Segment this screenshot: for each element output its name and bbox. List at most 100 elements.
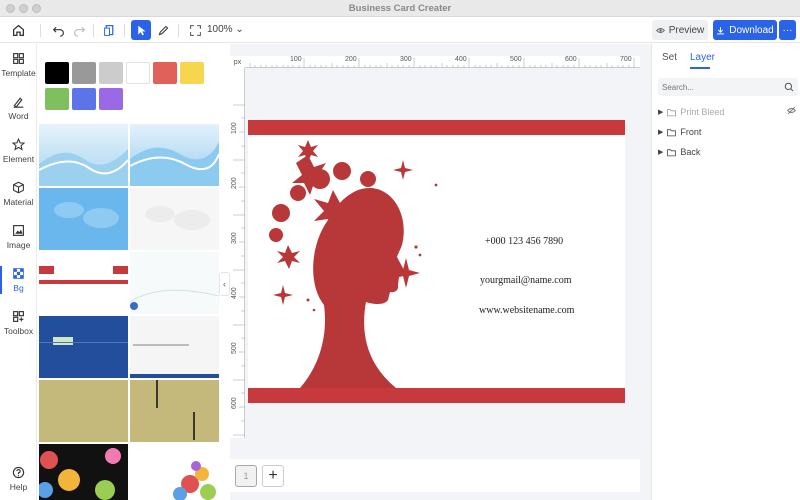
ruler-tick-label: 700	[620, 56, 632, 63]
color-swatch-blue[interactable]	[72, 88, 96, 110]
ruler-unit: px	[230, 56, 245, 68]
home-button[interactable]	[8, 20, 28, 40]
plus-icon: +	[268, 467, 278, 484]
color-swatch-green[interactable]	[45, 88, 69, 110]
preview-label: Preview	[668, 24, 705, 36]
zoom-select[interactable]: 100% ⌄	[207, 24, 244, 35]
page-strip: 1 +	[230, 459, 640, 492]
folder-icon	[667, 108, 677, 116]
maximize-window-button[interactable]	[32, 4, 41, 13]
color-swatch-purple[interactable]	[99, 88, 123, 110]
ruler-tick-label: 600	[231, 397, 238, 409]
bg-thumbnail[interactable]	[39, 188, 128, 250]
folder-icon	[667, 148, 677, 156]
copy-button[interactable]	[99, 20, 119, 40]
search-icon[interactable]	[784, 82, 794, 92]
color-swatch-gray[interactable]	[72, 62, 96, 84]
nav-label: Material	[3, 197, 34, 207]
page-thumbnail[interactable]: 1	[235, 465, 257, 487]
circles-pattern	[39, 448, 121, 500]
collapse-panel-button[interactable]: ‹	[219, 272, 230, 296]
window-title: Business Card Creater	[348, 2, 452, 14]
ruler-tick-label: 400	[455, 56, 467, 63]
nav-item-bg[interactable]: Bg	[0, 261, 37, 301]
layer-item-front[interactable]: ▶ Front	[658, 125, 701, 139]
minimize-window-button[interactable]	[19, 4, 28, 13]
bg-thumbnail[interactable]	[130, 444, 219, 500]
close-window-button[interactable]	[6, 4, 15, 13]
nav-item-template[interactable]: Template	[0, 46, 37, 86]
swirl-pattern	[130, 289, 219, 310]
tab-set[interactable]: Set	[662, 52, 677, 63]
redo-button[interactable]	[69, 20, 89, 40]
bg-thumbnail[interactable]	[130, 124, 219, 186]
color-swatch-white[interactable]	[126, 62, 150, 84]
canvas-area: px 100 200 300 400 500 600 700 100 200 3…	[230, 44, 651, 500]
tab-layer[interactable]: Layer	[690, 52, 715, 63]
bg-thumbnail[interactable]	[39, 124, 128, 186]
woman-silhouette-illustration[interactable]	[248, 135, 448, 397]
layer-item-back[interactable]: ▶ Back	[658, 145, 700, 159]
undo-button[interactable]	[48, 20, 68, 40]
bg-thumbnail[interactable]	[39, 444, 128, 500]
bg-thumbnail[interactable]	[130, 252, 219, 314]
wave-pattern	[39, 149, 128, 186]
business-card-canvas[interactable]: +000 123 456 7890 yourgmail@name.com www…	[248, 120, 625, 403]
folder-icon	[667, 128, 677, 136]
window-controls	[6, 4, 41, 13]
background-icon	[13, 268, 24, 279]
ruler-tick-label: 400	[231, 287, 238, 299]
color-swatch-red[interactable]	[153, 62, 177, 84]
select-tool-button[interactable]	[131, 20, 151, 40]
chevron-left-icon: ‹	[223, 279, 226, 289]
color-swatch-black[interactable]	[45, 62, 69, 84]
nav-item-toolbox[interactable]: Toolbox	[0, 304, 37, 344]
image-icon	[13, 225, 24, 236]
download-button[interactable]: Download	[713, 20, 777, 40]
caret-right-icon[interactable]: ▶	[658, 108, 663, 116]
star-icon	[12, 138, 25, 151]
bg-thumbnail[interactable]	[39, 380, 128, 442]
bg-thumbnail[interactable]	[130, 316, 219, 378]
eye-hidden-icon[interactable]	[787, 106, 796, 115]
add-page-button[interactable]: +	[262, 465, 284, 487]
card-phone-text[interactable]: +000 123 456 7890	[485, 236, 563, 247]
page-number: 1	[243, 471, 249, 481]
nav-item-word[interactable]: Word	[0, 89, 37, 129]
home-icon	[12, 24, 24, 36]
window-titlebar: Business Card Creater	[0, 0, 800, 17]
ruler-tick-label: 100	[290, 56, 302, 63]
layer-search-input[interactable]	[658, 78, 798, 96]
active-tab-underline	[690, 67, 710, 69]
nav-item-material[interactable]: Material	[0, 175, 37, 215]
ruler-tick-label: 500	[510, 56, 522, 63]
more-button[interactable]: ···	[779, 20, 796, 40]
caret-right-icon[interactable]: ▶	[658, 148, 663, 156]
fit-screen-button[interactable]	[185, 20, 205, 40]
nav-item-help[interactable]: Help	[0, 460, 37, 500]
caret-right-icon[interactable]: ▶	[658, 128, 663, 136]
ruler-ticks	[249, 58, 635, 68]
bg-thumbnail[interactable]	[39, 252, 128, 314]
help-icon	[12, 466, 25, 479]
background-panel	[37, 44, 220, 500]
card-website-text[interactable]: www.websitename.com	[479, 305, 574, 316]
nav-label: Bg	[13, 283, 24, 293]
bg-thumbnail[interactable]	[130, 188, 219, 250]
chevron-down-icon: ⌄	[235, 24, 244, 35]
layer-item-print-bleed[interactable]: ▶ Print Bleed	[658, 105, 724, 119]
preview-button[interactable]: Preview	[652, 20, 708, 40]
bg-thumbnail[interactable]	[130, 380, 219, 442]
ruler-tick-label: 600	[565, 56, 577, 63]
pen-tool-button[interactable]	[153, 20, 173, 40]
color-swatch-light-gray[interactable]	[99, 62, 123, 84]
card-top-bar[interactable]	[248, 120, 625, 135]
card-email-text[interactable]: yourgmail@name.com	[480, 275, 572, 286]
color-swatch-yellow[interactable]	[180, 62, 204, 84]
nav-item-image[interactable]: Image	[0, 218, 37, 258]
text-icon	[13, 97, 24, 108]
pen-icon	[158, 25, 168, 35]
bg-thumbnail[interactable]	[39, 316, 128, 378]
nav-item-element[interactable]: Element	[0, 132, 37, 172]
more-icon: ···	[782, 24, 793, 36]
